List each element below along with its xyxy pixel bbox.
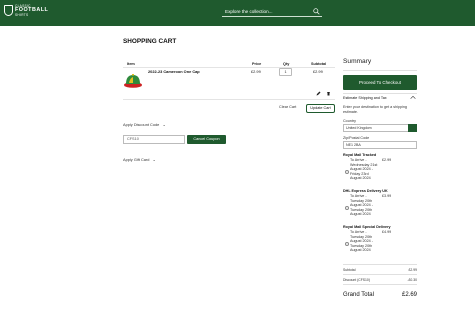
discount-toggle[interactable]: Apply Discount Code ⌄ [123, 122, 166, 127]
discount-toggle-label: Apply Discount Code [123, 122, 160, 127]
shipping-option-radio[interactable] [345, 170, 349, 174]
column-header-subtotal: Subtotal [311, 62, 327, 66]
chevron-up-icon[interactable] [410, 95, 416, 100]
grand-total-label: Grand Total [343, 292, 374, 298]
subtotal-label: Subtotal [343, 268, 356, 272]
gift-card-toggle-label: Apply Gift Card [123, 157, 150, 162]
proceed-to-checkout-button[interactable]: Proceed To Checkout [343, 75, 417, 90]
search-placeholder: Explore the collection... [225, 9, 273, 14]
cancel-coupon-button[interactable]: Cancel Coupon [187, 135, 226, 144]
postcode-label: Zip/Postal Code [343, 136, 370, 140]
column-header-price: Price [252, 62, 262, 66]
select-arrow[interactable] [408, 124, 417, 135]
shipping-option-text: To Arrive - Tuesday 20th August 2024 - T… [350, 194, 373, 217]
shipping-option-price: £3.99 [382, 194, 392, 198]
gift-card-toggle[interactable]: Apply Gift Card ⌄ [123, 157, 156, 162]
edit-icon[interactable] [316, 91, 321, 96]
divider [123, 67, 335, 68]
shipping-option-price: £2.99 [382, 158, 392, 162]
divider [343, 264, 417, 265]
postcode-input[interactable]: NE1 2BA [343, 141, 417, 149]
shipping-option-line: August 2024 [350, 176, 371, 181]
product-subtotal: £2.99 [313, 69, 323, 74]
divider [343, 284, 417, 285]
quantity-input[interactable]: 1 [279, 68, 292, 76]
product-image[interactable] [123, 71, 143, 89]
trash-icon[interactable] [326, 91, 331, 96]
site-header: CLASSIC FOOTBALL SHIRTS Explore the coll… [0, 0, 475, 26]
summary-title: Summary [343, 58, 372, 65]
chevron-down-icon: ⌄ [162, 122, 166, 127]
divider [343, 274, 417, 275]
discount-code-input[interactable]: CFS10 [123, 135, 185, 144]
shield-icon [4, 5, 13, 17]
update-cart-button[interactable]: Update Cart [306, 104, 335, 113]
logo[interactable]: CLASSIC FOOTBALL SHIRTS [4, 4, 48, 17]
estimate-description: Enter your destination to get a shipping… [343, 105, 407, 114]
search-icon[interactable] [313, 8, 320, 15]
shipping-option-text: To Arrive - Tuesday 20th August 2024 - T… [350, 230, 373, 253]
column-header-qty: Qty [283, 62, 290, 66]
logo-text: CLASSIC FOOTBALL SHIRTS [15, 4, 48, 17]
country-label: Country [343, 119, 356, 123]
divider [343, 93, 417, 94]
chevron-down-icon: ⌄ [152, 157, 156, 162]
subtotal-value: £2.99 [408, 268, 418, 272]
logo-line-3: SHIRTS [15, 12, 29, 17]
shipping-option-radio[interactable] [345, 242, 349, 246]
discount-label: Discount (CFS10) [343, 278, 370, 282]
shipping-option-line: August 2024 [350, 212, 371, 217]
product-name[interactable]: 2022-23 Cameroon One Cap [148, 69, 200, 74]
shipping-method-title: DHL Express Delivery UK [343, 189, 388, 193]
shipping-option-price: £4.99 [382, 230, 392, 234]
country-select[interactable]: United Kingdom [343, 124, 417, 132]
grand-total-value: £2.69 [401, 292, 417, 298]
shipping-option-line: August 2024 [350, 248, 371, 253]
page-title: SHOPPING CART [123, 38, 177, 45]
shipping-method-title: Royal Mail Special Delivery [343, 225, 391, 229]
shipping-option-text: To Arrive - Wednesday 21st August 2024 -… [350, 158, 377, 181]
estimate-shipping-toggle[interactable]: Estimate Shipping and Tax [343, 96, 387, 100]
product-price: £2.99 [251, 69, 261, 74]
column-header-item: Item [127, 62, 135, 66]
clear-cart-button[interactable]: Clear Cart [279, 105, 296, 109]
shipping-method-title: Royal Mail Tracked [343, 153, 377, 157]
search-input[interactable]: Explore the collection... [222, 8, 322, 17]
divider [343, 70, 417, 71]
chevron-down-icon [410, 132, 415, 135]
discount-value: -£0.30 [407, 278, 417, 282]
shipping-option-radio[interactable] [345, 206, 349, 210]
divider [123, 99, 335, 100]
